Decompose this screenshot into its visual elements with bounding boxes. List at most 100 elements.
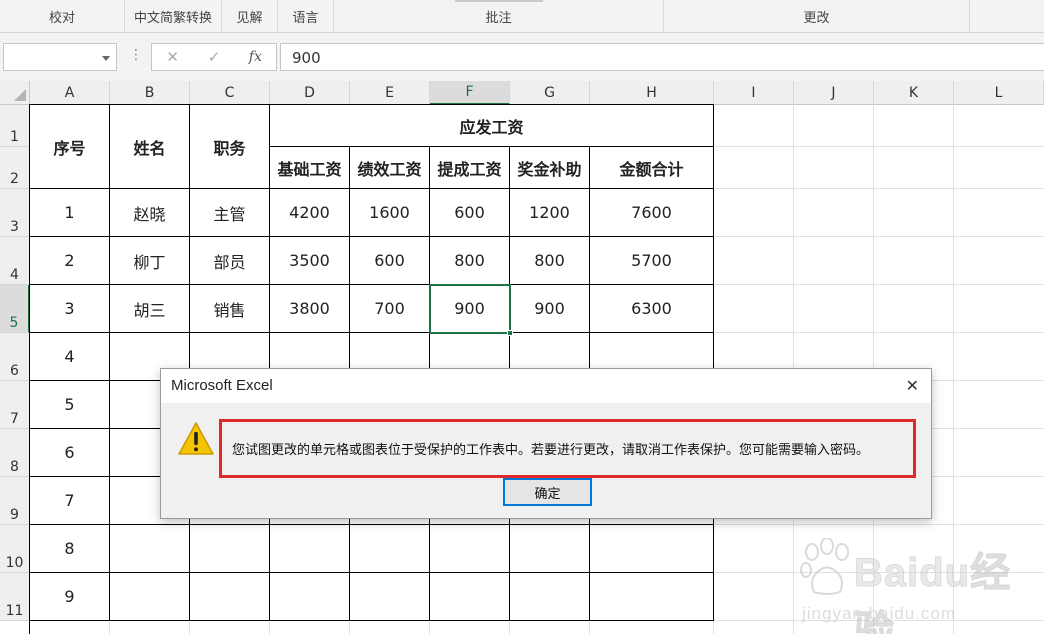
table-cell[interactable] — [110, 525, 190, 573]
cell-seq[interactable]: 3 — [30, 285, 110, 333]
column-header-f[interactable]: F — [430, 81, 510, 105]
cell-total[interactable]: 5700 — [590, 237, 714, 285]
ribbon-group-comments[interactable]: 批注 — [334, 0, 664, 33]
cell-role[interactable]: 部员 — [190, 237, 270, 285]
header-cell-perf[interactable]: 绩效工资 — [350, 147, 430, 189]
row-header-8[interactable]: 8 — [0, 429, 30, 477]
table-cell[interactable] — [590, 573, 714, 621]
table-cell[interactable] — [190, 573, 270, 621]
cell-commission[interactable]: 600 — [430, 189, 510, 237]
cell-name[interactable]: 柳丁 — [110, 237, 190, 285]
table-cell[interactable] — [430, 525, 510, 573]
table-cell[interactable] — [510, 573, 590, 621]
header-cell-total[interactable]: 金额合计 — [590, 147, 714, 189]
cell-perf[interactable]: 700 — [350, 285, 430, 333]
ribbon-group-insights[interactable]: 见解 — [222, 0, 278, 33]
row-header-4[interactable]: 4 — [0, 237, 30, 285]
row-header-9[interactable]: 9 — [0, 477, 30, 525]
chevron-down-icon[interactable] — [102, 56, 110, 61]
table-cell[interactable] — [270, 573, 350, 621]
column-header-j[interactable]: J — [794, 81, 874, 105]
header-cell-commission[interactable]: 提成工资 — [430, 147, 510, 189]
cell-seq[interactable]: 5 — [30, 381, 110, 429]
ribbon-group-label: 中文简繁转换 — [133, 11, 212, 26]
ribbon-group-chinese-conversion[interactable]: 中文简繁转换 — [125, 0, 222, 33]
header-cell-pay-group[interactable]: 应发工资 — [270, 105, 714, 147]
cell-seq[interactable]: 8 — [30, 525, 110, 573]
cell-bonus[interactable]: 1200 — [510, 189, 590, 237]
cell-base[interactable]: 3800 — [270, 285, 350, 333]
cell-seq[interactable]: 9 — [30, 573, 110, 621]
table-cell[interactable] — [190, 525, 270, 573]
protected-sheet-dialog: Microsoft Excel ✕ 您试图更改的单元格或图表位于受保护的工作表中… — [160, 368, 932, 519]
cell-total[interactable]: 7600 — [590, 189, 714, 237]
header-cell-name[interactable]: 姓名 — [110, 105, 190, 189]
cell-total[interactable]: 6300 — [590, 285, 714, 333]
header-cell-bonus[interactable]: 奖金补助 — [510, 147, 590, 189]
cell-seq[interactable]: 4 — [30, 333, 110, 381]
dialog-title-bar[interactable]: Microsoft Excel ✕ — [161, 369, 931, 403]
column-header-k[interactable]: K — [874, 81, 954, 105]
table-cell[interactable] — [430, 573, 510, 621]
cancel-icon[interactable]: ✕ — [158, 48, 188, 66]
cell-bonus[interactable]: 900 — [510, 285, 590, 333]
row-header-5[interactable]: 5 — [0, 285, 30, 333]
table-cell[interactable] — [590, 525, 714, 573]
formula-input[interactable]: 900 — [280, 43, 1044, 71]
close-icon[interactable]: ✕ — [906, 376, 919, 396]
cell-name[interactable]: 胡三 — [110, 285, 190, 333]
column-header-i[interactable]: I — [714, 81, 794, 105]
warning-icon — [178, 422, 214, 455]
cell-seq[interactable]: 7 — [30, 477, 110, 525]
ribbon-group-language[interactable]: 语言 — [278, 0, 334, 33]
select-all-button[interactable] — [0, 81, 30, 105]
row-header-6[interactable]: 6 — [0, 333, 30, 381]
cell-role[interactable]: 销售 — [190, 285, 270, 333]
ok-button[interactable]: 确定 — [503, 478, 592, 506]
cell-base[interactable]: 4200 — [270, 189, 350, 237]
cell-perf[interactable]: 1600 — [350, 189, 430, 237]
column-header-c[interactable]: C — [190, 81, 270, 105]
column-header-e[interactable]: E — [350, 81, 430, 105]
ribbon-scroll-indicator — [454, 0, 543, 2]
header-cell-base[interactable]: 基础工资 — [270, 147, 350, 189]
ribbon-group-proofing[interactable]: 校对 — [0, 0, 125, 33]
cell-bonus[interactable]: 800 — [510, 237, 590, 285]
header-cell-seq[interactable]: 序号 — [30, 105, 110, 189]
cell-name[interactable]: 赵晓 — [110, 189, 190, 237]
column-header-l[interactable]: L — [954, 81, 1044, 105]
row-header-1[interactable]: 1 — [0, 105, 30, 147]
column-header-h[interactable]: H — [590, 81, 714, 105]
column-header-d[interactable]: D — [270, 81, 350, 105]
row-header-11[interactable]: 11 — [0, 573, 30, 621]
column-header-g[interactable]: G — [510, 81, 590, 105]
table-cell[interactable] — [270, 525, 350, 573]
cell-seq[interactable]: 6 — [30, 429, 110, 477]
insert-function-icon[interactable]: fx — [240, 49, 270, 65]
formula-bar: ⋮ ✕ ✓ fx 900 — [0, 33, 1044, 81]
column-header-a[interactable]: A — [30, 81, 110, 105]
row-header-7[interactable]: 7 — [0, 381, 30, 429]
cell-seq[interactable]: 2 — [30, 237, 110, 285]
cell-commission[interactable]: 800 — [430, 237, 510, 285]
column-header-b[interactable]: B — [110, 81, 190, 105]
cell-perf[interactable]: 600 — [350, 237, 430, 285]
table-cell[interactable] — [110, 573, 190, 621]
more-options-icon[interactable]: ⋮ — [129, 48, 143, 62]
table-cell[interactable] — [350, 525, 430, 573]
row-header-10[interactable]: 10 — [0, 525, 30, 573]
enter-check-icon[interactable]: ✓ — [199, 48, 229, 66]
table-cell[interactable] — [510, 525, 590, 573]
select-all-triangle-icon — [14, 89, 26, 101]
fill-handle[interactable] — [507, 330, 513, 336]
ribbon-group-label: 见解 — [236, 11, 263, 26]
row-header-2[interactable]: 2 — [0, 147, 30, 189]
header-cell-role[interactable]: 职务 — [190, 105, 270, 189]
cell-base[interactable]: 3500 — [270, 237, 350, 285]
cell-role[interactable]: 主管 — [190, 189, 270, 237]
row-header-3[interactable]: 3 — [0, 189, 30, 237]
table-cell[interactable] — [350, 573, 430, 621]
cell-seq[interactable]: 1 — [30, 189, 110, 237]
name-box[interactable] — [3, 43, 117, 71]
ribbon-group-changes[interactable]: 更改 — [664, 0, 970, 33]
